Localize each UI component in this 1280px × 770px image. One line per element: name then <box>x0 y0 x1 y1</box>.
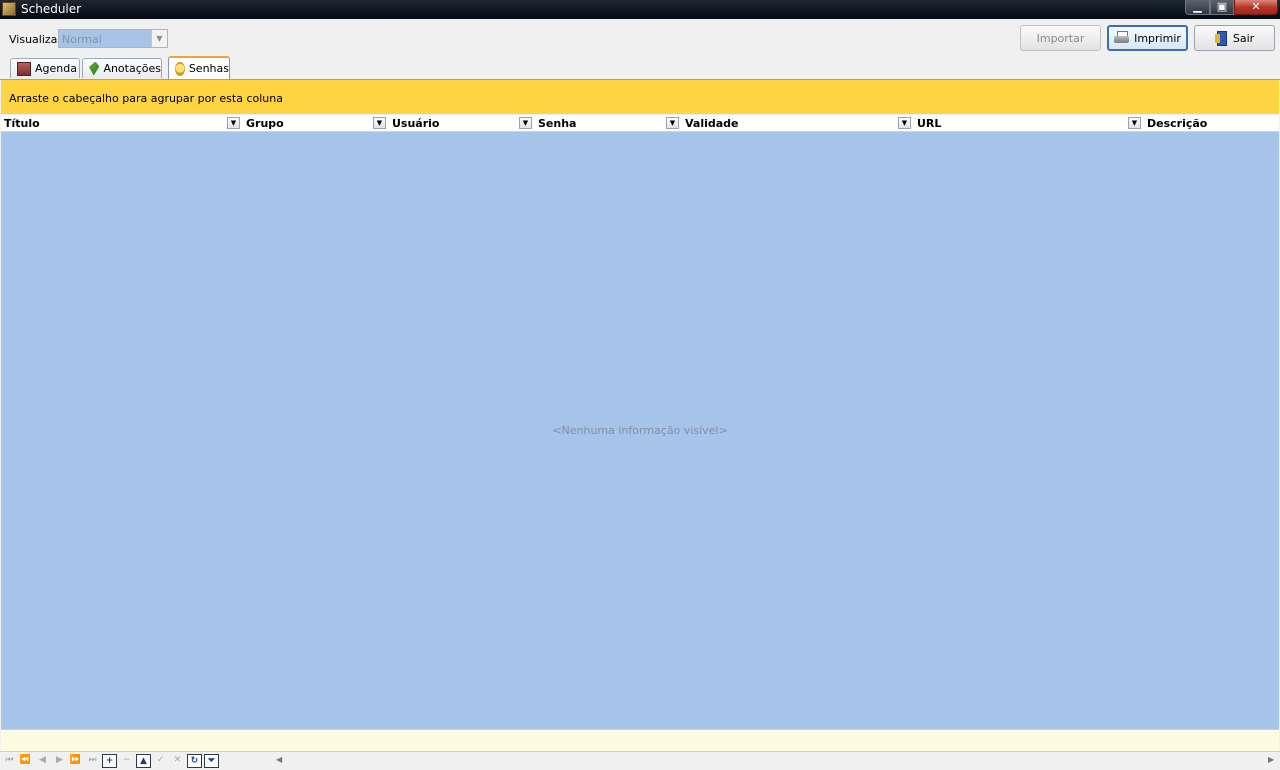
scroll-left-icon[interactable]: ◀ <box>276 755 282 764</box>
filter-icon[interactable]: ⏷ <box>204 754 219 768</box>
last-record-icon[interactable]: ⏭ <box>85 754 100 768</box>
calendar-icon <box>17 61 31 76</box>
filter-dropdown-icon[interactable]: ▼ <box>1128 117 1141 129</box>
sair-label: Sair <box>1232 31 1255 45</box>
column-label: Usuário <box>392 117 440 130</box>
cancel-edit-icon[interactable]: ✕ <box>170 754 185 768</box>
column-label: Grupo <box>246 117 284 130</box>
tab-agenda[interactable]: Agenda <box>10 58 80 78</box>
title-bar: Scheduler ▁ ▣ ✕ <box>0 0 1280 19</box>
refresh-icon[interactable]: ↻ <box>187 754 202 768</box>
empty-grid-message: <Nenhuma informação visível> <box>552 424 728 437</box>
filter-dropdown-icon[interactable]: ▼ <box>898 117 911 129</box>
printer-icon <box>1114 31 1130 45</box>
filter-dropdown-icon[interactable]: ▼ <box>666 117 679 129</box>
group-by-panel[interactable]: Arraste o cabeçalho para agrupar por est… <box>1 80 1279 114</box>
sair-button[interactable]: Sair <box>1194 25 1275 51</box>
column-label: Título <box>4 117 40 130</box>
next-page-icon[interactable]: ⏩ <box>68 754 83 768</box>
column-label: Validade <box>685 117 739 130</box>
prev-record-icon[interactable]: ◀ <box>35 754 50 768</box>
column-header-descricao[interactable]: Descrição <box>1144 115 1279 132</box>
grid-footer <box>1 729 1279 751</box>
window-title: Scheduler <box>21 2 82 16</box>
tab-senhas-label: Senhas <box>188 62 229 75</box>
app-icon <box>2 2 16 16</box>
prev-page-icon[interactable]: ⏪ <box>18 754 33 768</box>
grid-header-row: Título ▼ Grupo ▼ Usuário ▼ Senha ▼ Valid… <box>1 115 1279 132</box>
next-record-icon[interactable]: ▶ <box>52 754 67 768</box>
record-navigator: ⏮ ⏪ ◀ ▶ ⏩ ⏭ + − ▲ ✓ ✕ ↻ ⏷ ◀ ▶ <box>0 751 1280 770</box>
column-header-usuario[interactable]: Usuário ▼ <box>389 115 535 132</box>
column-header-validade[interactable]: Validade ▼ <box>682 115 914 132</box>
column-header-grupo[interactable]: Grupo ▼ <box>243 115 389 132</box>
edit-record-icon[interactable]: ▲ <box>136 754 151 768</box>
filter-dropdown-icon[interactable]: ▼ <box>519 117 532 129</box>
notes-icon <box>89 61 100 76</box>
filter-dropdown-icon[interactable]: ▼ <box>227 117 240 129</box>
tab-anotacoes[interactable]: Anotações <box>82 58 162 78</box>
key-icon <box>175 61 185 76</box>
delete-record-icon[interactable]: − <box>119 754 134 768</box>
close-button[interactable]: ✕ <box>1234 0 1278 15</box>
column-header-url[interactable]: URL ▼ <box>914 115 1144 132</box>
insert-record-icon[interactable]: + <box>102 754 117 768</box>
imprimir-label: Imprimir <box>1134 31 1181 45</box>
tab-strip: Agenda Anotações Senhas <box>0 56 1280 80</box>
filter-dropdown-icon[interactable]: ▼ <box>373 117 386 129</box>
group-by-hint: Arraste o cabeçalho para agrupar por est… <box>9 92 283 105</box>
column-label: Senha <box>538 117 577 130</box>
visualizar-combobox[interactable]: Normal ▼ <box>58 29 168 48</box>
chevron-down-icon[interactable]: ▼ <box>151 30 167 47</box>
maximize-button[interactable]: ▣ <box>1210 0 1234 15</box>
scroll-right-icon[interactable]: ▶ <box>1268 755 1274 764</box>
minimize-button[interactable]: ▁ <box>1185 0 1210 15</box>
importar-button[interactable]: Importar <box>1020 25 1101 51</box>
tab-anotacoes-label: Anotações <box>103 62 161 75</box>
column-label: URL <box>917 117 942 130</box>
importar-label: Importar <box>1036 31 1085 45</box>
imprimir-button[interactable]: Imprimir <box>1107 25 1188 51</box>
column-header-titulo[interactable]: Título ▼ <box>1 115 243 132</box>
grid-body[interactable]: <Nenhuma informação visível> <box>1 132 1279 729</box>
exit-door-icon <box>1214 30 1229 46</box>
visualizar-label: Visualizar: <box>9 33 66 46</box>
post-edit-icon[interactable]: ✓ <box>153 754 168 768</box>
column-header-senha[interactable]: Senha ▼ <box>535 115 682 132</box>
visualizar-value: Normal <box>62 33 102 46</box>
first-record-icon[interactable]: ⏮ <box>2 754 17 768</box>
tab-senhas[interactable]: Senhas <box>168 56 230 79</box>
column-label: Descrição <box>1147 117 1208 130</box>
tab-agenda-label: Agenda <box>35 62 77 75</box>
